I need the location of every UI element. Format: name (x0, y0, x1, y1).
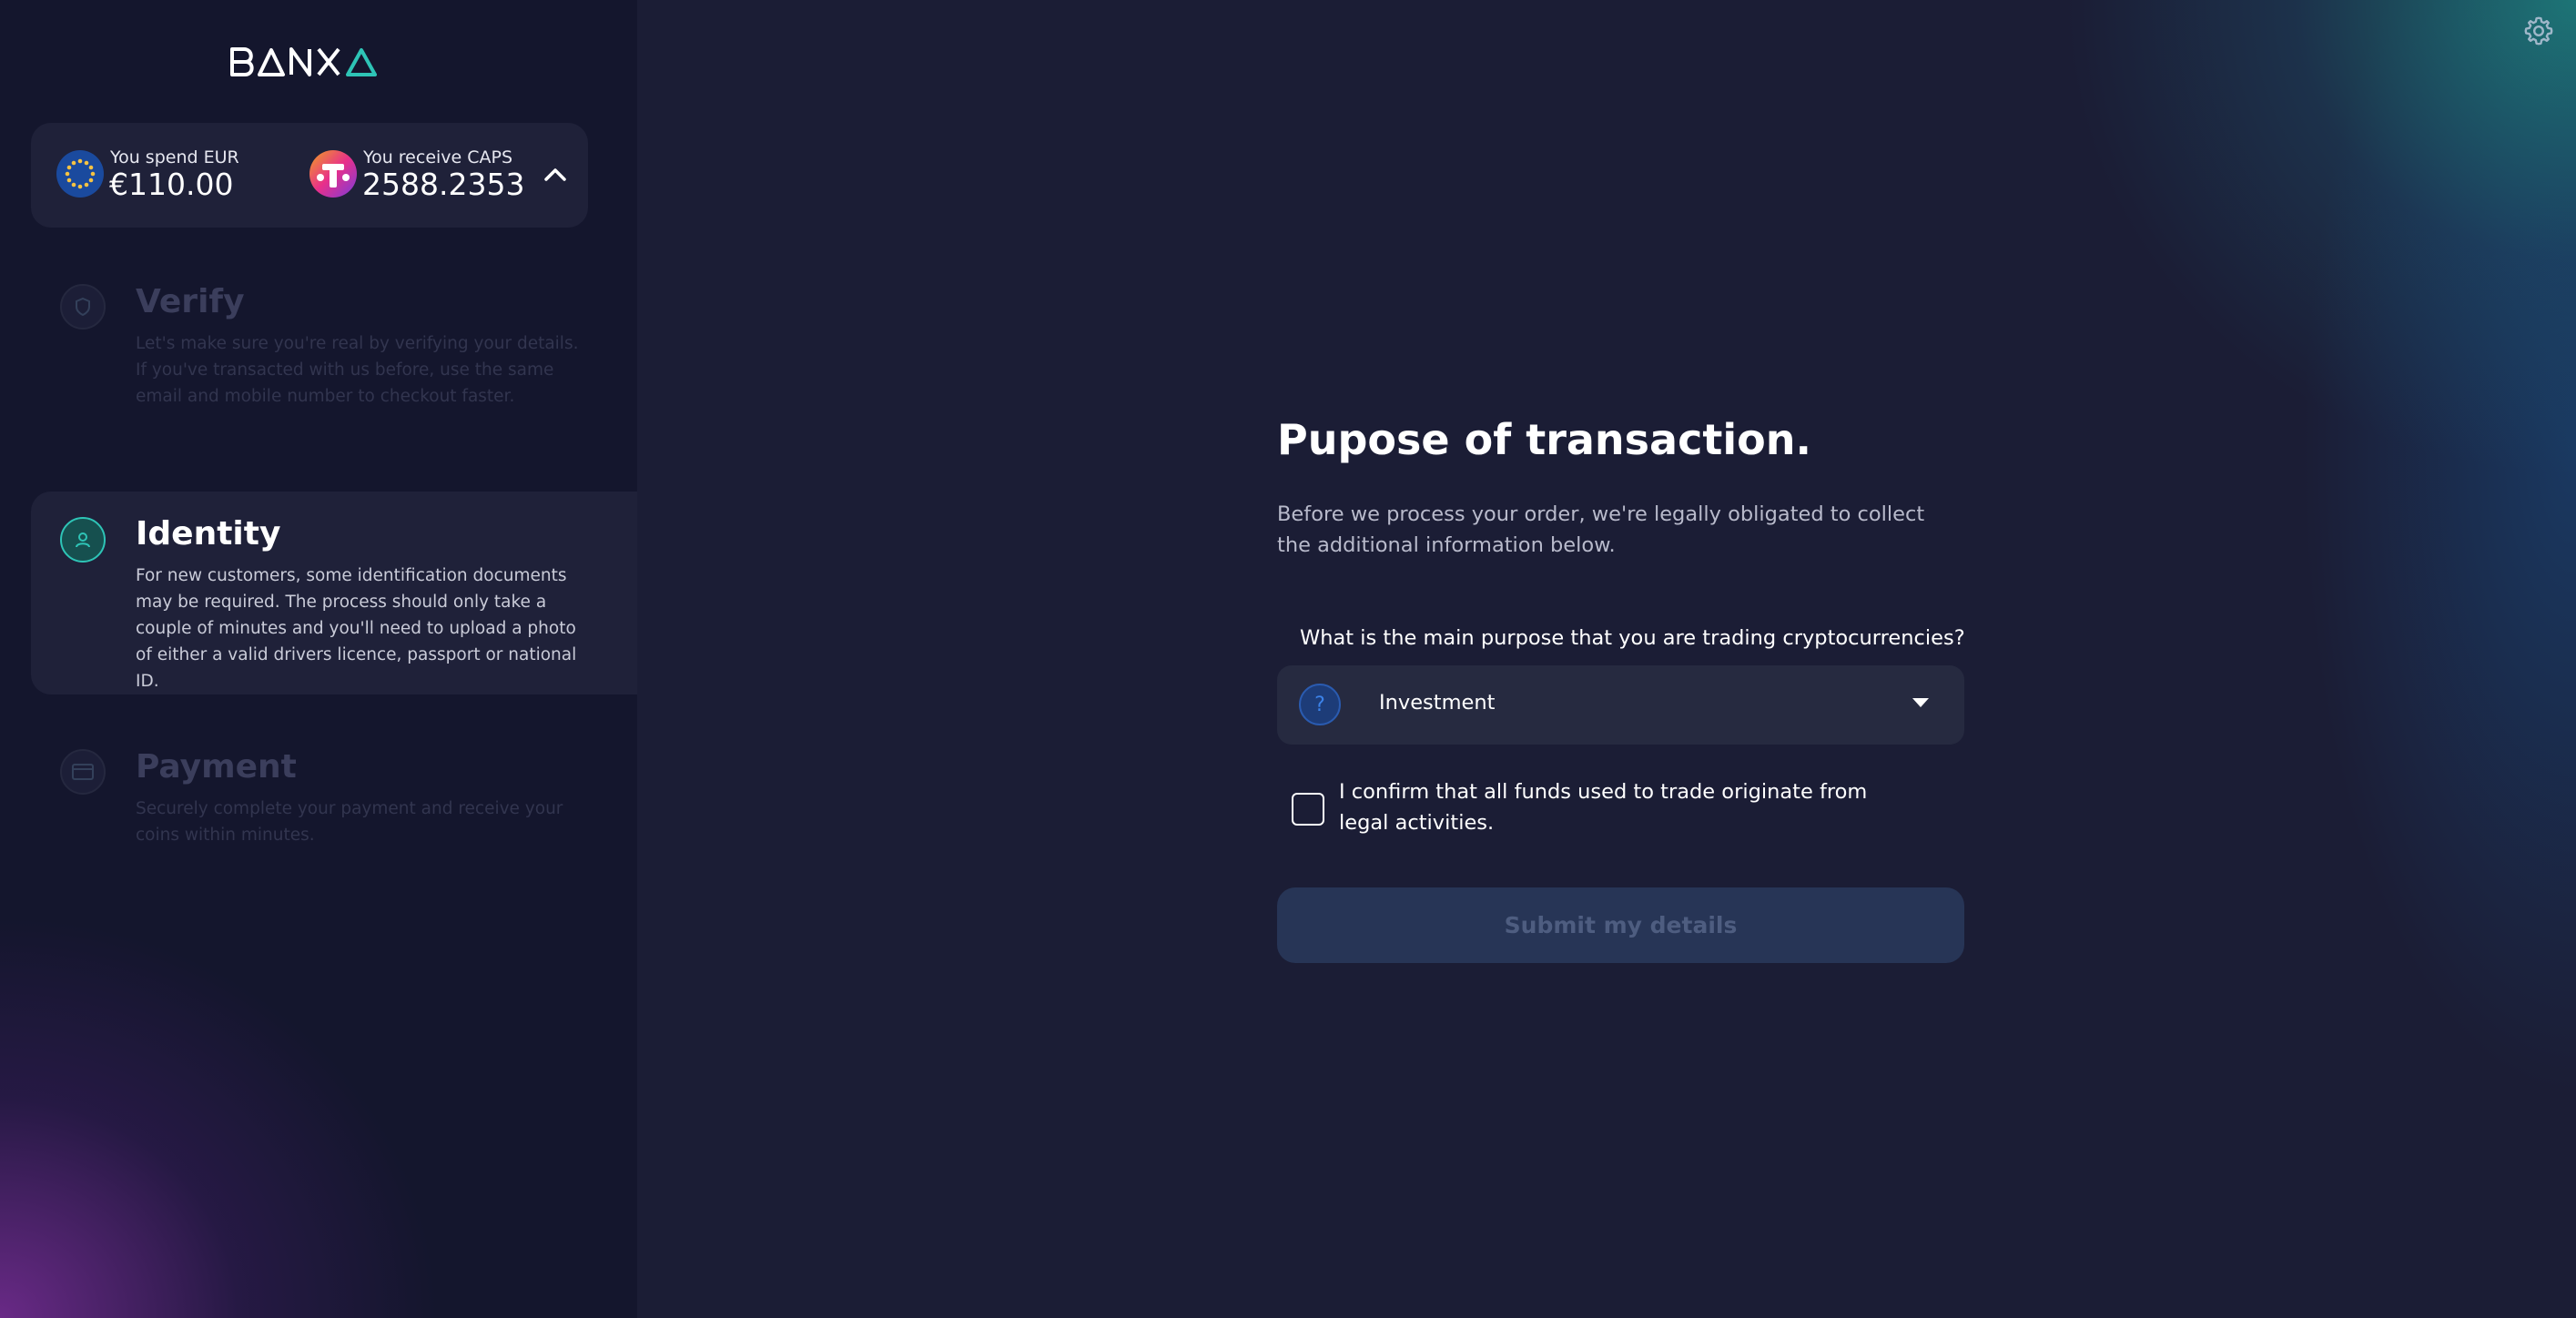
receive-amount: 2588.2353 (362, 167, 525, 202)
spend-amount: €110.00 (109, 167, 234, 202)
page-title: Pupose of transaction. (1277, 415, 1811, 464)
step-payment-description: Securely complete your payment and recei… (136, 799, 563, 845)
question-icon: ? (1299, 684, 1341, 725)
submit-button[interactable]: Submit my details (1277, 887, 1964, 963)
order-summary[interactable]: You spend EUR €110.00 You receive CAPS 2… (31, 123, 588, 228)
credit-card-icon (60, 749, 106, 795)
caps-coin-icon (309, 150, 357, 198)
purpose-selected-value: Investment (1379, 691, 1496, 715)
step-payment-title: Payment (136, 748, 297, 786)
purpose-question-label: What is the main purpose that you are tr… (1300, 626, 1965, 650)
confirm-checkbox[interactable] (1292, 793, 1324, 826)
confirm-label[interactable]: I confirm that all funds used to trade o… (1339, 776, 1922, 838)
purpose-select[interactable]: ? Investment (1277, 665, 1964, 745)
shield-icon (60, 284, 106, 330)
chevron-up-icon[interactable] (543, 162, 568, 188)
step-identity-title: Identity (136, 515, 281, 553)
step-identity-description: For new customers, some identification d… (136, 566, 577, 691)
step-identity[interactable]: Identity For new customers, some identif… (31, 492, 637, 694)
sidebar: You spend EUR €110.00 You receive CAPS 2… (0, 0, 637, 1318)
page-intro: Before we process your order, we're lega… (1277, 502, 1925, 557)
user-icon (60, 517, 106, 563)
gear-icon[interactable] (2522, 15, 2555, 47)
eu-flag-icon (56, 150, 104, 198)
caret-down-icon (1912, 698, 1929, 707)
step-verify-title: Verify (136, 283, 245, 320)
step-verify-description: Let's make sure you're real by verifying… (136, 334, 579, 406)
banxa-logo (229, 47, 377, 76)
spend-label: You spend EUR (110, 147, 239, 167)
receive-label: You receive CAPS (363, 147, 513, 167)
